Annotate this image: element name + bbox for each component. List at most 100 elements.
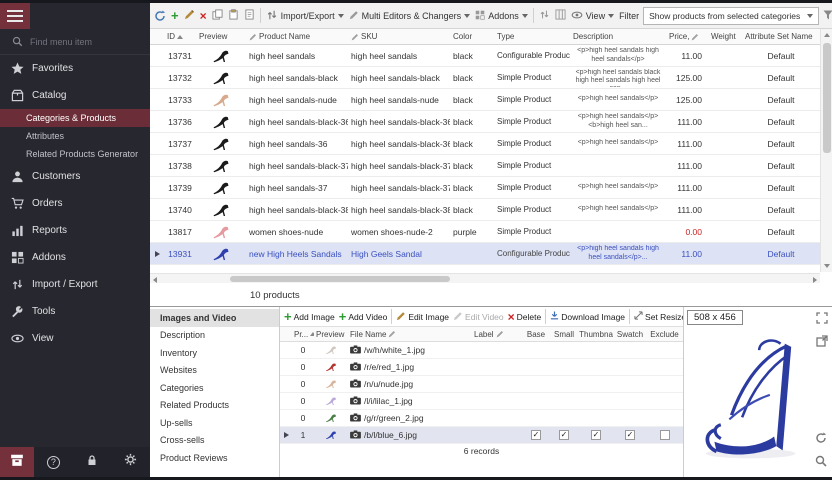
multi-editors-menu[interactable]: Multi Editors & Changers bbox=[349, 10, 471, 22]
media-row[interactable]: 0/n/u/nude.jpg bbox=[280, 376, 683, 393]
sidebar-item-reports[interactable]: Reports bbox=[0, 217, 150, 244]
tab-categories[interactable]: Categories bbox=[150, 379, 279, 397]
sort-button[interactable] bbox=[539, 9, 550, 22]
settings-button[interactable] bbox=[111, 453, 150, 471]
set-resize-rule-button[interactable]: Set Resize Rule bbox=[634, 311, 683, 322]
help-button[interactable]: ? bbox=[34, 456, 73, 469]
media-column-header-exclude[interactable]: Exclude bbox=[646, 330, 683, 339]
filters-button[interactable]: Filters bbox=[823, 10, 832, 22]
sidebar-item-related-products-generator[interactable]: Related Products Generator bbox=[0, 145, 150, 163]
sidebar-item-favorites[interactable]: Favorites bbox=[0, 55, 150, 82]
media-column-header-label[interactable]: Label bbox=[472, 330, 522, 339]
tab-images-and-video[interactable]: Images and Video bbox=[150, 309, 279, 327]
product-row[interactable]: 13736high heel sandals-black-36high heel… bbox=[150, 111, 820, 133]
thumbnail-checkbox[interactable]: ✓ bbox=[578, 430, 614, 440]
download-image-button[interactable]: Download Image bbox=[550, 311, 625, 322]
sidebar-item-customers[interactable]: Customers bbox=[0, 163, 150, 190]
media-column-header-preview[interactable]: Preview bbox=[314, 330, 348, 339]
save-button[interactable] bbox=[0, 447, 34, 477]
sidebar-item-tools[interactable]: Tools bbox=[0, 298, 150, 325]
columns-button[interactable] bbox=[555, 9, 566, 22]
media-row-selector[interactable] bbox=[280, 432, 292, 438]
product-row[interactable]: 13732high heel sandals-blackhigh heel sa… bbox=[150, 67, 820, 89]
product-row[interactable]: 13739high heel sandals-37high heel sanda… bbox=[150, 177, 820, 199]
exclude-checkbox[interactable] bbox=[646, 430, 683, 440]
product-row[interactable]: 13737high heel sandals-36high heel sanda… bbox=[150, 133, 820, 155]
sidebar-item-addons[interactable]: Addons bbox=[0, 244, 150, 271]
swatch-checkbox[interactable]: ✓ bbox=[614, 430, 646, 440]
tab-websites[interactable]: Websites bbox=[150, 362, 279, 380]
tab-description[interactable]: Description bbox=[150, 327, 279, 345]
column-header-product-name[interactable]: Product Name bbox=[246, 32, 348, 41]
filter-select[interactable]: Show products from selected categories bbox=[643, 7, 819, 25]
paste-button[interactable] bbox=[228, 9, 239, 22]
media-column-header-file-name[interactable]: File Name bbox=[348, 330, 472, 339]
add-image-button[interactable]: +Add Image bbox=[284, 312, 335, 322]
column-header-price[interactable]: Price, bbox=[666, 32, 708, 41]
scrollbar-thumb[interactable] bbox=[823, 43, 831, 153]
sidebar-item-catalog[interactable]: Catalog bbox=[0, 82, 150, 109]
vertical-scrollbar[interactable] bbox=[820, 29, 832, 272]
document-button[interactable] bbox=[244, 9, 255, 22]
sidebar-item-orders[interactable]: Orders bbox=[0, 190, 150, 217]
product-row[interactable]: 13738high heel sandals-black-37high heel… bbox=[150, 155, 820, 177]
view-menu[interactable]: View bbox=[571, 9, 614, 23]
edit-video-button[interactable]: Edit Video bbox=[453, 311, 504, 323]
media-row[interactable]: 0/w/h/white_1.jpg bbox=[280, 342, 683, 359]
column-header-sku[interactable]: SKU bbox=[348, 32, 450, 41]
column-header-color[interactable]: Color bbox=[450, 32, 494, 41]
tab-up-sells[interactable]: Up-sells bbox=[150, 414, 279, 432]
column-header-description[interactable]: Description bbox=[570, 32, 666, 41]
column-header-id[interactable]: ID bbox=[164, 32, 196, 41]
media-row[interactable]: 0/g/r/green_2.jpg bbox=[280, 410, 683, 427]
sidebar-item-import-export[interactable]: Import / Export bbox=[0, 271, 150, 298]
media-file-name: /l/i/lilac_1.jpg bbox=[348, 396, 472, 407]
sidebar-item-categories-products[interactable]: Categories & Products bbox=[0, 109, 150, 127]
delete-product-button[interactable]: × bbox=[200, 11, 207, 21]
lock-button[interactable] bbox=[73, 453, 112, 471]
media-column-header-base[interactable]: Base bbox=[522, 330, 550, 339]
small-checkbox[interactable]: ✓ bbox=[550, 430, 578, 440]
sidebar-search-input[interactable]: Find menu item bbox=[0, 29, 150, 55]
row-expander[interactable] bbox=[150, 251, 164, 257]
edit-product-button[interactable] bbox=[184, 9, 195, 22]
media-column-header-small[interactable]: Small bbox=[550, 330, 578, 339]
product-row[interactable]: 13733high heel sandals-nudehigh heel san… bbox=[150, 89, 820, 111]
add-video-button[interactable]: +Add Video bbox=[339, 312, 388, 322]
media-row[interactable]: 1/b/l/blue_6.jpg✓✓✓✓ bbox=[280, 427, 683, 444]
add-product-button[interactable]: + bbox=[171, 11, 179, 21]
media-row[interactable]: 0/r/e/red_1.jpg bbox=[280, 359, 683, 376]
edit-image-button[interactable]: Edit Image bbox=[396, 311, 449, 323]
media-column-header-pr[interactable]: Pr... bbox=[292, 330, 314, 339]
sidebar-item-view[interactable]: View bbox=[0, 325, 150, 352]
product-row[interactable]: 13740high heel sandals-black-38high heel… bbox=[150, 199, 820, 221]
tab-product-reviews[interactable]: Product Reviews bbox=[150, 449, 279, 467]
column-header-attribute-set-name[interactable]: Attribute Set Name bbox=[742, 32, 820, 41]
copy-button[interactable] bbox=[212, 9, 223, 22]
menu-icon[interactable] bbox=[0, 3, 30, 29]
base-checkbox[interactable]: ✓ bbox=[522, 430, 550, 440]
product-row[interactable]: 13731high heel sandalshigh heel sandalsb… bbox=[150, 45, 820, 67]
column-header-type[interactable]: Type bbox=[494, 32, 570, 41]
tab-cross-sells[interactable]: Cross-sells bbox=[150, 432, 279, 450]
column-header-weight[interactable]: Weight bbox=[708, 32, 742, 41]
fullscreen-button[interactable] bbox=[816, 311, 828, 329]
tab-inventory[interactable]: Inventory bbox=[150, 344, 279, 362]
media-column-header-swatch[interactable]: Swatch bbox=[614, 330, 646, 339]
rotate-button[interactable] bbox=[815, 431, 827, 449]
media-row[interactable]: 0/l/i/lilac_1.jpg bbox=[280, 393, 683, 410]
tab-related-products[interactable]: Related Products bbox=[150, 397, 279, 415]
product-row[interactable]: 13931new High Heels SandalsHigh Geels Sa… bbox=[150, 243, 820, 265]
zoom-button[interactable] bbox=[815, 454, 827, 472]
horizontal-scrollbar[interactable] bbox=[150, 273, 820, 283]
delete-image-button[interactable]: ×Delete bbox=[508, 312, 542, 322]
addons-menu[interactable]: Addons bbox=[475, 10, 528, 22]
refresh-button[interactable] bbox=[154, 10, 166, 22]
product-id: 13739 bbox=[164, 183, 196, 193]
scrollbar-thumb[interactable] bbox=[230, 276, 450, 282]
product-row[interactable]: 13817women shoes-nudewomen shoes-nude-2p… bbox=[150, 221, 820, 243]
media-column-header-thumbna[interactable]: Thumbna bbox=[578, 330, 614, 339]
import-export-menu[interactable]: Import/Export bbox=[266, 9, 344, 23]
column-header-preview[interactable]: Preview bbox=[196, 32, 246, 41]
sidebar-item-attributes[interactable]: Attributes bbox=[0, 127, 150, 145]
